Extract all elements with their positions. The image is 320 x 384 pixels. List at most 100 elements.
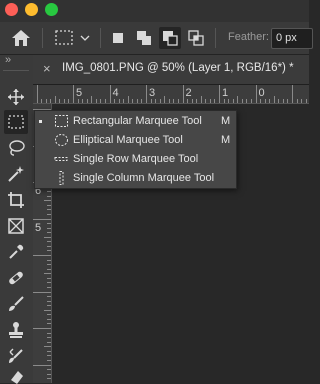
ruler-tick [73,85,74,103]
eyedropper-tool[interactable] [4,240,28,264]
ruler-tick [110,85,111,103]
menu-item-rectangular-marquee[interactable]: Rectangular Marquee Tool M [35,112,236,131]
close-tab-button[interactable]: × [43,61,51,76]
rectangular-marquee-tool[interactable] [4,110,28,134]
ruler-tick [219,85,220,103]
ruler-tick [132,99,133,103]
subtract-from-selection-button[interactable] [159,27,181,49]
ruler-tick [256,85,257,103]
ruler-tick [47,360,51,361]
menu-item-single-column-marquee[interactable]: Single Column Marquee Tool [35,169,236,188]
brush-tool[interactable] [4,292,28,316]
ruler-tick [44,310,51,311]
collapse-toolbox-button[interactable]: » [5,54,11,66]
menu-item-single-row-marquee[interactable]: Single Row Marquee Tool [35,150,236,169]
ruler-tick [196,99,197,103]
ruler-tick [37,85,38,103]
history-brush-tool[interactable] [4,344,28,368]
document-tab-title: IMG_0801.PNG @ 50% (Layer 1, RGB/16*) * [62,62,294,74]
ruler-tick [164,96,165,103]
intersect-selection-button[interactable] [187,29,205,47]
tool-preset-picker[interactable] [53,28,93,48]
marquee-row-icon [54,157,68,161]
marquee-rect-icon [55,115,68,127]
healing-brush-tool[interactable] [4,266,28,290]
ruler-label: 1 [222,87,229,99]
frame-tool[interactable] [4,214,28,238]
add-to-selection-button[interactable] [135,29,153,47]
ruler-tick [224,99,225,103]
close-window-button[interactable] [5,3,18,16]
frame-icon [8,218,24,234]
clone-stamp-tool[interactable] [4,318,28,342]
home-button[interactable] [10,28,32,48]
feather-input[interactable]: 0 px [271,28,313,49]
ruler-tick [242,99,243,103]
ruler-label: 4 [112,87,119,99]
ruler-tick [96,99,97,103]
ruler-tick [287,99,288,103]
ruler-tick [169,99,170,103]
ruler-tick [114,99,115,103]
toolbox: » [0,54,34,384]
ruler-tick [41,99,42,103]
magic-wand-icon [8,166,24,182]
lasso-tool[interactable] [4,136,28,160]
marquee-rect-icon [8,115,24,129]
ruler-tick [44,200,51,201]
ruler-tick [265,99,266,103]
ruler-tick [47,269,51,270]
ruler-tick [44,346,51,347]
ruler-tick [47,250,51,251]
magic-wand-tool[interactable] [4,162,28,186]
lasso-icon [9,140,25,156]
ruler-tick [233,99,234,103]
ruler-tick [47,246,51,247]
ruler-tick [187,99,188,103]
marquee-ellipse-icon [55,134,68,146]
eraser-tool[interactable] [4,370,28,384]
move-tool[interactable] [4,85,28,109]
stamp-icon [9,322,23,338]
zoom-window-button[interactable] [45,3,58,16]
document-tab[interactable]: × IMG_0801.PNG @ 50% (Layer 1, RGB/16*) … [33,55,309,84]
ruler-tick [44,273,51,274]
ruler-tick [297,99,298,103]
ruler-label: 5 [76,87,83,99]
ruler-tick [47,241,51,242]
ruler-label: 5 [35,221,42,234]
ruler-tick [82,99,83,103]
ruler-tick [306,99,307,103]
ruler-tick [214,99,215,103]
minimize-window-button[interactable] [25,3,38,16]
new-selection-button[interactable] [109,29,127,47]
ruler-tick [228,99,229,103]
ruler-tick [64,99,65,103]
ruler-label: 3 [149,87,156,99]
ruler-tick [47,205,51,206]
ruler-tick [47,301,51,302]
menu-item-elliptical-marquee[interactable]: Elliptical Marquee Tool M [35,131,236,150]
ruler-tick [146,85,147,103]
separator [3,70,29,71]
ruler-tick [47,287,51,288]
ruler-tick [33,219,51,220]
ruler-tick [50,99,51,103]
menu-item-label: Single Column Marquee Tool [73,172,215,184]
ruler-tick [178,99,179,103]
ruler-label: 2 [185,87,192,99]
menu-item-label: Rectangular Marquee Tool [73,115,202,127]
active-indicator [39,120,42,123]
ruler-tick [201,96,202,103]
ruler-tick [128,96,129,103]
ruler-tick [123,99,124,103]
eyedropper-icon [9,244,24,259]
ruler-tick [47,323,51,324]
ruler-tick [210,99,211,103]
menu-item-shortcut: M [221,134,231,146]
ruler-tick [47,228,51,229]
crop-tool[interactable] [4,188,28,212]
ruler-tick [47,278,51,279]
ruler-tick [141,99,142,103]
ruler-tick [151,99,152,103]
